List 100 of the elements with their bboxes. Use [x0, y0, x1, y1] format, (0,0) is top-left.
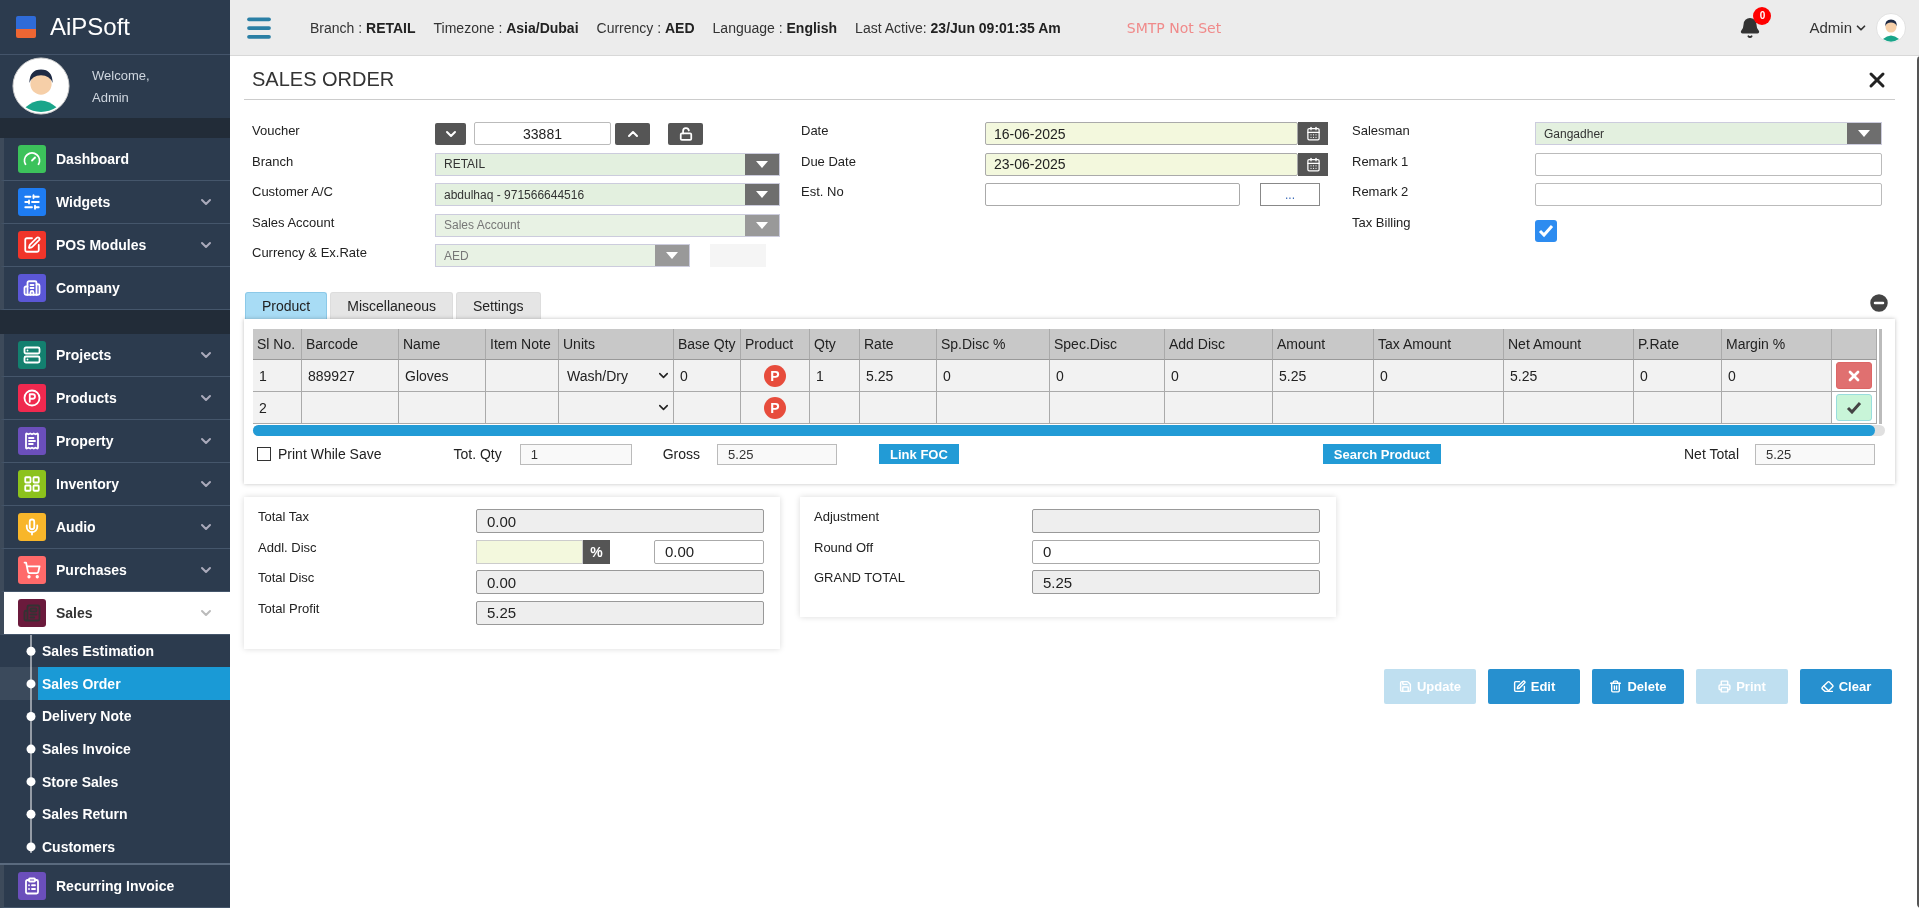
summary-label: Total Disc [258, 570, 316, 587]
eraser-icon [1820, 680, 1834, 693]
discount-field[interactable] [476, 539, 583, 564]
action-button[interactable]: Edit [1488, 669, 1580, 704]
user-menu[interactable]: Admin [1809, 19, 1868, 36]
field-label: Branch [252, 152, 295, 169]
sidebar-item[interactable]: Audio [0, 505, 230, 549]
action-button[interactable]: Clear [1800, 669, 1892, 704]
product-badge[interactable]: P [764, 396, 786, 419]
column-header: Spec.Disc [1050, 329, 1165, 360]
units-select[interactable]: Wash/Dry [559, 360, 673, 391]
info-text: Language : English [712, 19, 838, 36]
caret-icon [666, 252, 678, 259]
table-cell: 1 [810, 360, 860, 392]
checkbox[interactable] [257, 447, 271, 461]
submenu-item[interactable]: Store Sales [38, 765, 230, 798]
field-label: Sales Account [252, 213, 336, 230]
summary-label: Total Tax [258, 509, 311, 526]
product-badge[interactable]: P [764, 364, 786, 387]
input-field[interactable] [1535, 152, 1882, 176]
tab[interactable]: Settings [455, 292, 541, 319]
table-cell: 0 [1634, 360, 1722, 392]
checkbox-label: Print While Save [278, 446, 382, 462]
summary-label: Round Off [814, 539, 875, 557]
submenu-item[interactable]: Sales Invoice [38, 732, 230, 766]
table-cell: 5.25 [1273, 360, 1374, 392]
sidebar-item[interactable]: Recurring Invoice [0, 865, 230, 908]
sidebar-item[interactable]: Dashboard [0, 137, 230, 181]
column-header: Net Amount [1504, 329, 1634, 360]
field-label: Gross [662, 446, 701, 462]
percent-toggle[interactable]: % [583, 539, 610, 564]
unlock-icon [678, 126, 693, 141]
column-header: Add Disc [1165, 329, 1273, 360]
field-label: Salesman [1352, 122, 1411, 138]
sidebar-item[interactable]: Sales [0, 591, 230, 635]
submenu-item[interactable]: Sales Return [38, 797, 230, 831]
checkbox[interactable] [1535, 219, 1557, 242]
sidebar-item[interactable]: Inventory [0, 462, 230, 506]
sidebar-item[interactable]: POS Modules [0, 223, 230, 267]
avatar-icon [1876, 12, 1906, 43]
submenu-item[interactable]: Delivery Note [38, 700, 230, 733]
lookup-button[interactable]: ... [1260, 183, 1320, 206]
select-field[interactable]: RETAIL [435, 152, 780, 176]
qty-field[interactable]: 1 [519, 443, 632, 465]
summary-field: 5.25 [476, 600, 764, 625]
sidebar-item[interactable]: Property [0, 419, 230, 463]
sidebar-item[interactable]: Company [0, 266, 230, 310]
summary-label: Total Profit [258, 600, 321, 618]
input-field[interactable] [1535, 183, 1882, 206]
table-cell: 0 [1722, 360, 1832, 392]
confirm-row-button[interactable] [1836, 394, 1872, 421]
gross-field[interactable]: 5.25 [717, 443, 838, 465]
tab[interactable]: Miscellaneous [330, 292, 453, 319]
submenu-item[interactable]: Customers [38, 830, 230, 863]
input-field[interactable] [985, 183, 1240, 206]
tab[interactable]: Product [245, 292, 328, 319]
select-field[interactable]: abdulhaq - 971566644516 [435, 183, 780, 206]
column-header: Tax Amount [1374, 329, 1504, 360]
calendar-icon[interactable] [1298, 152, 1328, 176]
submenu-item[interactable]: Sales Estimation [38, 634, 230, 668]
table-cell: 0 [1165, 360, 1273, 392]
field-label: Date [801, 122, 830, 138]
welcome-text: Welcome, [92, 67, 150, 83]
field-label: Est. No [801, 183, 845, 199]
brand-name: AiPSoft [50, 13, 131, 42]
voucher-field[interactable]: 33881 [474, 122, 611, 145]
summary-label: Adjustment [814, 509, 881, 526]
sidebar-item[interactable]: Projects [0, 333, 230, 377]
date-field[interactable]: 16-06-2025 [985, 122, 1298, 145]
lock-button[interactable] [668, 122, 703, 145]
table-cell: Gloves [399, 360, 486, 392]
table-cell: 5.25 [860, 360, 937, 392]
trash-icon [1609, 680, 1623, 693]
info-text: Timezone : Asia/Dubai [433, 19, 579, 36]
sidebar-item[interactable]: Purchases [0, 548, 230, 592]
sidebar-item[interactable]: Products [0, 376, 230, 420]
caret-icon [756, 191, 768, 198]
discount-value[interactable]: 0.00 [654, 539, 764, 564]
summary-label: Addl. Disc [258, 539, 318, 557]
previous-button[interactable] [435, 122, 466, 145]
column-header: Item Note [486, 329, 559, 360]
calendar-icon[interactable] [1298, 122, 1328, 145]
smtp-status: SMTP Not Set [1126, 19, 1222, 36]
info-text: Last Active: 23/Jun 09:01:35 Am [855, 19, 1061, 36]
scrollbar[interactable] [253, 425, 1885, 436]
bell-icon[interactable] [1739, 16, 1762, 39]
summary-field[interactable]: 0 [1032, 539, 1320, 564]
collapse-icon[interactable] [1867, 291, 1891, 315]
sidebar-item[interactable]: Widgets [0, 180, 230, 224]
date-field[interactable]: 23-06-2025 [985, 152, 1298, 176]
caret-icon [756, 221, 768, 229]
column-header: Name [399, 329, 486, 360]
next-button[interactable] [615, 122, 650, 145]
field-label: Remark 1 [1352, 152, 1410, 169]
delete-row-button[interactable] [1836, 362, 1872, 389]
action-button[interactable]: Delete [1592, 669, 1684, 704]
summary-label: GRAND TOTAL [814, 570, 907, 587]
select-field[interactable]: Gangadher [1535, 122, 1882, 145]
summary-field: 0.00 [476, 570, 764, 594]
net-total-field[interactable]: 5.25 [1755, 443, 1875, 465]
